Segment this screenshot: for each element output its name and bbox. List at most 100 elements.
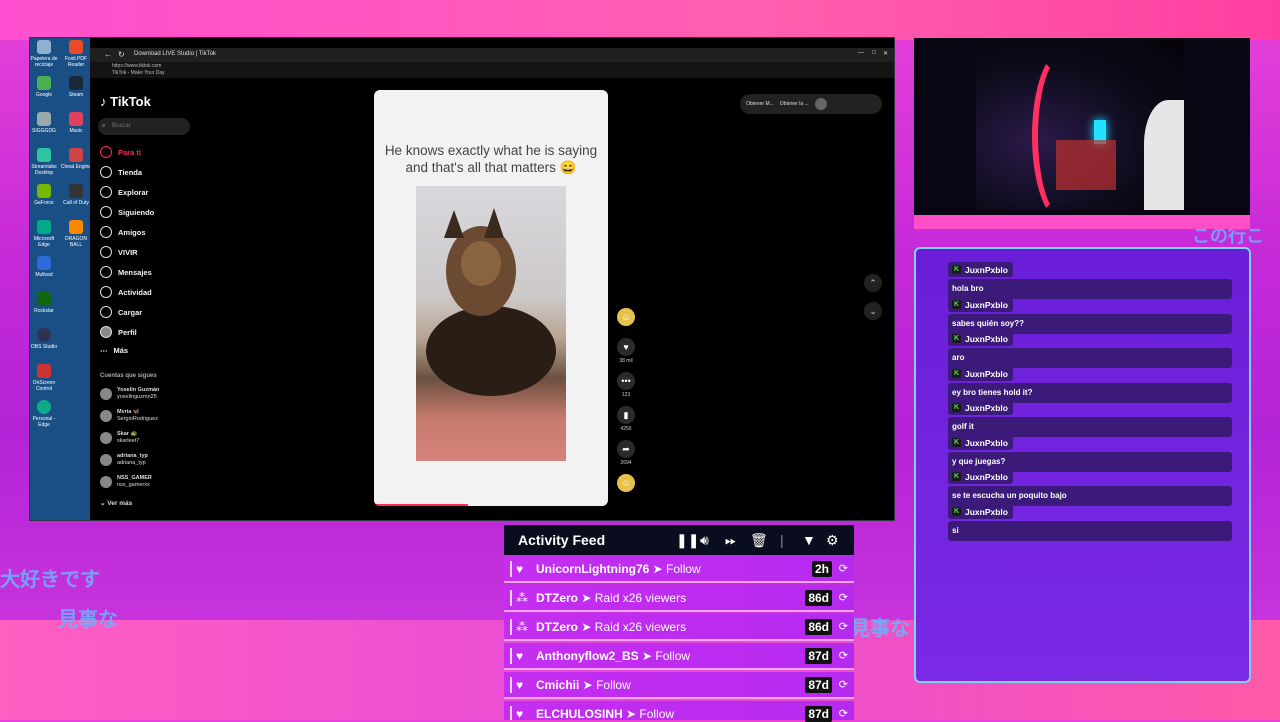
- home-icon: [100, 146, 112, 158]
- tiktok-logo[interactable]: ♪ TikTok: [100, 94, 151, 109]
- desktop-icon[interactable]: Steam: [60, 76, 92, 98]
- nav-siguiendo[interactable]: Siguiendo: [100, 206, 154, 218]
- replay-icon[interactable]: ⟳: [839, 707, 848, 720]
- following-header: Cuentas que sigues: [100, 373, 157, 379]
- feed-row: ♥ UnicornLightning76 ➤ Follow 2h ⟳: [504, 556, 854, 583]
- reload-icon[interactable]: ↻: [118, 50, 125, 59]
- messages-icon: [100, 266, 112, 278]
- bg-top-band: [0, 0, 1280, 40]
- chat-username: JuxnPxblo: [965, 437, 1008, 448]
- nav-para-ti[interactable]: Para ti: [100, 146, 141, 158]
- creator-avatar[interactable]: ☺: [617, 308, 635, 326]
- settings-icon[interactable]: ⚙︎: [826, 532, 839, 548]
- nav-vivir[interactable]: VIVIR: [100, 246, 138, 258]
- following-account[interactable]: adriana_typ adriana_typ: [100, 453, 148, 466]
- feed-age: 86d: [805, 590, 832, 606]
- feed-username: DTZero: [536, 620, 578, 634]
- nav-mas[interactable]: ⋯ Más: [100, 346, 128, 355]
- minimize-icon[interactable]: —: [858, 50, 864, 56]
- desktop-icon[interactable]: Call of Duty: [60, 184, 92, 206]
- heart-icon: ♥: [516, 707, 524, 721]
- get-coins-button[interactable]: Obtener M...: [746, 101, 774, 107]
- replay-icon[interactable]: ⟳: [839, 649, 848, 662]
- avatar: [100, 431, 112, 444]
- prev-video-button[interactable]: ⌃: [864, 274, 882, 292]
- nav-mensajes[interactable]: Mensajes: [100, 266, 152, 278]
- following-account[interactable]: Skar 🐢 skarleet7: [100, 431, 139, 444]
- chat-username: JuxnPxblo: [965, 368, 1008, 379]
- volume-icon[interactable]: 🔊︎: [700, 532, 709, 548]
- live-icon: [100, 246, 112, 258]
- tiktok-sidebar: ♪ TikTok ⌕ Buscar Para ti Tienda Explorar…: [90, 78, 204, 520]
- pause-icon[interactable]: ❚❚: [676, 532, 699, 548]
- following-icon: [100, 206, 112, 218]
- desktop-icon[interactable]: Rockstar: [28, 292, 60, 314]
- profile-icon: [100, 326, 112, 338]
- nav-cargar[interactable]: Cargar: [100, 306, 142, 318]
- desktop-icon[interactable]: DRAGON BALL: [60, 220, 92, 248]
- desktop-icon[interactable]: Streamlabs Desktop: [28, 148, 60, 176]
- kick-badge-icon: K: [952, 369, 961, 378]
- kick-badge-icon: K: [952, 265, 961, 274]
- chat-username: JuxnPxblo: [965, 402, 1008, 413]
- address-bar[interactable]: https://www.tiktok.com TikTok - Make You…: [90, 62, 894, 78]
- replay-icon[interactable]: ⟳: [839, 562, 848, 575]
- video-player[interactable]: He knows exactly what he is saying and t…: [374, 90, 608, 506]
- skip-icon[interactable]: ⏩︎: [725, 532, 736, 548]
- nav-amigos[interactable]: Amigos: [100, 226, 146, 238]
- like-count: 38 mil: [619, 358, 633, 364]
- url-text[interactable]: https://www.tiktok.com: [112, 63, 161, 69]
- share-icon[interactable]: ➦: [617, 440, 635, 458]
- friends-icon: [100, 226, 112, 238]
- replay-icon[interactable]: ⟳: [839, 678, 848, 691]
- feed-row: ♥ ELCHULOSINH ➤ Follow 87d ⟳: [504, 701, 854, 722]
- user-avatar[interactable]: [814, 98, 827, 110]
- desktop-icon[interactable]: GeForce: [28, 184, 60, 206]
- feed-action: ➤ Raid x26 viewers: [578, 620, 687, 634]
- sound-disc-icon[interactable]: ☺: [617, 474, 635, 492]
- feed-age: 87d: [805, 677, 832, 693]
- desktop-icon[interactable]: Microsoft Edge: [28, 220, 60, 248]
- desktop-icon[interactable]: Music: [60, 112, 92, 134]
- raid-icon: ⁂: [516, 620, 528, 634]
- filter-icon[interactable]: ▼: [802, 532, 816, 548]
- desktop-icon[interactable]: OnScreen Control: [28, 364, 60, 392]
- close-icon[interactable]: ✕: [883, 50, 888, 57]
- kick-badge-icon: K: [952, 403, 961, 412]
- search-input[interactable]: ⌕ Buscar: [98, 118, 190, 135]
- video-progress[interactable]: [374, 504, 468, 506]
- nav-explorar[interactable]: Explorar: [100, 186, 148, 198]
- back-icon[interactable]: ←: [104, 50, 112, 59]
- overlay-jp-text: 大好きです: [0, 567, 100, 591]
- following-account[interactable]: Mvria 🦋 SergioRodriguez: [100, 409, 158, 422]
- tab-title[interactable]: Download LIVE Studio | TikTok: [134, 51, 216, 57]
- comment-icon[interactable]: •••: [617, 372, 635, 390]
- nav-actividad[interactable]: Actividad: [100, 286, 152, 298]
- desktop-icon[interactable]: Google: [28, 76, 60, 98]
- like-icon[interactable]: ♥: [617, 338, 635, 356]
- search-icon: ⌕: [102, 123, 106, 129]
- avatar: [100, 453, 112, 466]
- webcam-feed: [976, 40, 1184, 210]
- trash-icon[interactable]: 🗑︎: [750, 532, 768, 548]
- chat-username: JuxnPxblo: [965, 506, 1008, 517]
- desktop-icon[interactable]: SIGGGDG: [28, 112, 60, 134]
- desktop-icon[interactable]: OBS Studio: [28, 328, 60, 350]
- desktop-icon[interactable]: Papelera de reciclaje: [28, 40, 60, 68]
- nav-perfil[interactable]: Perfil: [100, 326, 137, 338]
- desktop-icon[interactable]: Cheat Engine: [60, 148, 92, 170]
- nav-tienda[interactable]: Tienda: [100, 166, 142, 178]
- desktop-icon[interactable]: Mullvad: [28, 256, 60, 278]
- desktop-icon[interactable]: Foxit PDF Reader: [60, 40, 92, 68]
- get-app-button[interactable]: Obtener la ...: [780, 101, 809, 107]
- desktop-icon[interactable]: Personal - Edge: [28, 400, 60, 428]
- following-account[interactable]: NSS_GAMER nss_gamerxx: [100, 475, 152, 488]
- feed-row: ⁂ DTZero ➤ Raid x26 viewers 86d ⟳: [504, 585, 854, 612]
- see-more-link[interactable]: ⌄ Ver más: [100, 499, 132, 507]
- bookmark-icon[interactable]: ▮: [617, 406, 635, 424]
- next-video-button[interactable]: ⌄: [864, 302, 882, 320]
- following-account[interactable]: Yoselin Guzmán yoselinguzmn25: [100, 387, 159, 400]
- replay-icon[interactable]: ⟳: [839, 591, 848, 604]
- replay-icon[interactable]: ⟳: [839, 620, 848, 633]
- maximize-icon[interactable]: □: [872, 50, 876, 56]
